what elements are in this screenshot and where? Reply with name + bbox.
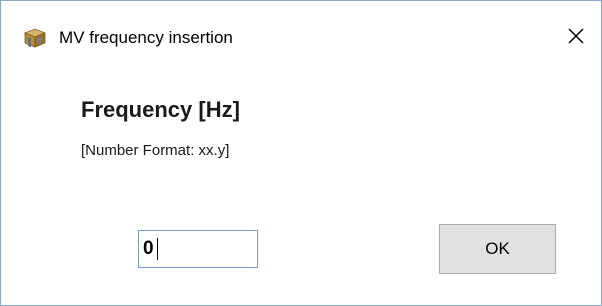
frequency-input[interactable] [138,230,258,268]
close-icon [568,28,584,49]
number-format-note: [Number Format: xx.y] [81,142,230,159]
package-icon [23,26,47,48]
frequency-heading: Frequency [Hz] [81,97,240,122]
title-bar: MV frequency insertion [1,1,601,48]
text-caret [157,238,158,260]
ok-button[interactable]: OK [439,224,556,274]
close-button[interactable] [553,21,599,55]
dialog-window: MV frequency insertion Frequency [Hz] [N… [0,0,602,306]
window-title: MV frequency insertion [59,28,233,47]
